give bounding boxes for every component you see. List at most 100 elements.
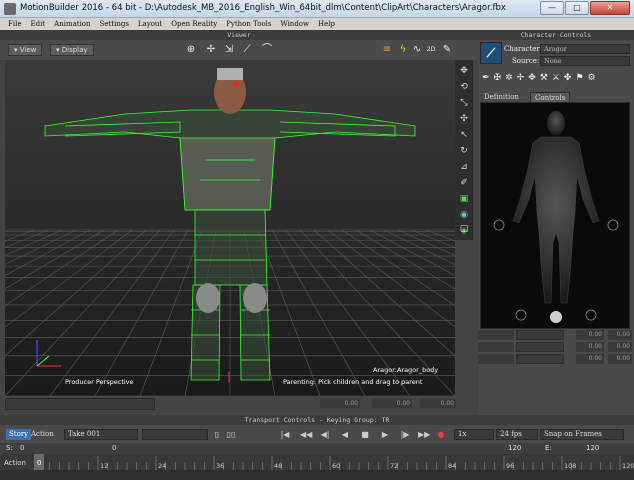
rotate-icon[interactable]: ⟲	[457, 80, 471, 94]
menu-file[interactable]: File	[8, 18, 21, 30]
split-view-icon[interactable]: ▯▯	[226, 429, 236, 440]
options-icon[interactable]: ⚙	[588, 70, 596, 86]
character-tools-bar: ✒ ✠ ✲ ✢ ✥ ⚒ ⚔ ✤ ⚑ ⚙	[480, 70, 632, 86]
fk-icon[interactable]: ⚔	[552, 70, 560, 86]
tab-controls[interactable]: Controls	[530, 92, 571, 102]
pin-icon[interactable]: ✎	[440, 43, 454, 57]
go-start-icon[interactable]: |◀	[280, 429, 290, 440]
select-icon[interactable]: ↖	[457, 128, 471, 142]
view-button[interactable]: ▾ View	[8, 44, 43, 56]
skeleton-icon[interactable]: ✲	[505, 70, 513, 86]
timeline[interactable]	[0, 454, 634, 470]
limb-icon[interactable]: ✥	[528, 70, 536, 86]
row-input[interactable]	[516, 354, 564, 364]
view-button-label: View	[19, 46, 37, 54]
range-start-field[interactable]: 0	[20, 443, 24, 454]
fps-dropdown[interactable]: 24 fps	[496, 429, 538, 440]
scale-alt-icon[interactable]: ⊿	[457, 160, 471, 174]
status-value[interactable]: 0.00	[372, 399, 412, 408]
character-figure-view[interactable]	[480, 102, 630, 329]
scale-icon[interactable]: ⤡	[457, 96, 471, 110]
next-key-icon[interactable]: ▶▶	[418, 429, 430, 440]
range-right-value[interactable]: 120	[508, 443, 521, 454]
reach-icon[interactable]: ⚑	[575, 70, 583, 86]
play-icon[interactable]: ▶	[380, 429, 390, 440]
snap-icon[interactable]: ▣	[457, 192, 471, 206]
row-value[interactable]: 0.00	[576, 342, 604, 352]
maximize-button[interactable]: □	[565, 1, 589, 15]
timeline-tick-label: 72	[390, 462, 399, 470]
right-foot-effector-icon	[585, 309, 597, 321]
snap-dropdown[interactable]: Snap on Frames	[540, 429, 624, 440]
pose-icon[interactable]: ✤	[564, 70, 572, 86]
action-mode-dropdown[interactable]: Action	[28, 429, 57, 440]
cube-icon[interactable]: ▢	[457, 222, 471, 236]
timeline-tick-label: 108	[564, 462, 577, 470]
translate-tool-icon[interactable]: ⊕	[184, 43, 198, 57]
character-dropdown[interactable]: Aragor	[540, 44, 630, 54]
mode-2d-button[interactable]: 2D	[424, 43, 438, 57]
row-value[interactable]: 0.00	[608, 354, 632, 364]
row-value[interactable]: 0.00	[576, 354, 604, 364]
manipulator-icon[interactable]: ✣	[457, 112, 471, 126]
right-knee-pad	[243, 283, 267, 313]
lightning-icon[interactable]: ϟ	[396, 43, 410, 57]
range-end-field[interactable]: 120	[586, 443, 599, 454]
timeline-tick-label: 96	[506, 462, 515, 470]
menu-edit[interactable]: Edit	[30, 18, 45, 30]
row-input[interactable]	[516, 342, 564, 352]
link-tool-icon[interactable]: ⟋	[240, 43, 254, 57]
keyframe-icon[interactable]: ≡	[380, 43, 394, 57]
speed-dropdown[interactable]: 1x	[454, 429, 494, 440]
close-button[interactable]: ✕	[590, 1, 630, 15]
minimize-button[interactable]: —	[540, 1, 564, 15]
control-row: 0.00 0.00	[478, 354, 634, 365]
range-left-value[interactable]: 0	[112, 443, 116, 454]
viewer-toolbar: ▾ View ▾ Display ⊕ ✢ ⇲ ⟋ ⌒ ≡ ϟ ∿ 2D ✎	[0, 40, 478, 60]
range-bar: S: 0 0 120 E: 120	[0, 443, 634, 454]
pin-tool-icon[interactable]: ✒	[482, 70, 490, 86]
single-view-icon[interactable]: ▯	[212, 429, 222, 440]
menu-python-tools[interactable]: Python Tools	[226, 18, 271, 30]
menu-window[interactable]: Window	[281, 18, 310, 30]
record-icon[interactable]: ●	[436, 429, 446, 440]
row-value[interactable]: 0.00	[576, 330, 604, 340]
row-value[interactable]: 0.00	[608, 342, 632, 352]
status-value[interactable]: 0.00	[320, 399, 360, 408]
take-dropdown[interactable]: Take 001	[64, 429, 138, 440]
full-body-icon[interactable]: ✠	[494, 70, 502, 86]
menu-layout[interactable]: Layout	[138, 18, 162, 30]
display-button[interactable]: ▾ Display	[50, 44, 94, 56]
ik-icon[interactable]: ⚒	[540, 70, 548, 86]
select-arrow-icon[interactable]: ⇲	[222, 43, 236, 57]
selection-label: Aragor:Aragor_body	[373, 366, 439, 374]
menu-help[interactable]: Help	[318, 18, 335, 30]
curve-icon[interactable]: ∿	[410, 43, 424, 57]
move-icon[interactable]: ✥	[457, 64, 471, 78]
menu-settings[interactable]: Settings	[100, 18, 129, 30]
paint-icon[interactable]: ✐	[457, 176, 471, 190]
camera-icon[interactable]: ◉	[457, 208, 471, 222]
timeline-tick-label: 120	[622, 462, 634, 470]
source-dropdown[interactable]: None	[540, 56, 630, 66]
status-value[interactable]: 0.00	[420, 399, 456, 408]
character-controls-panel: ⟋ Character: Aragor Source: None ✒ ✠ ✲ ✢…	[478, 40, 634, 415]
prev-key-icon[interactable]: ◀◀	[300, 429, 312, 440]
stop-icon[interactable]: ■	[360, 429, 370, 440]
menu-open-reality[interactable]: Open Reality	[171, 18, 217, 30]
tab-definition[interactable]: Definition	[480, 92, 523, 102]
tool-icon-strip: ✥ ⟲ ⤡ ✣ ↖ ↻ ⊿ ✐ ▣ ◉ ◈	[455, 60, 473, 240]
play-back-icon[interactable]: ◀	[340, 429, 350, 440]
prev-frame-icon[interactable]: ◀|	[320, 429, 330, 440]
stance-icon[interactable]: ✢	[517, 70, 525, 86]
rotate-alt-icon[interactable]: ↻	[457, 144, 471, 158]
menu-animation[interactable]: Animation	[54, 18, 90, 30]
move-tool-icon[interactable]: ✢	[204, 43, 218, 57]
navigator-strip[interactable]	[5, 398, 155, 410]
row-value[interactable]: 0.00	[608, 330, 632, 340]
row-label	[478, 354, 514, 364]
arc-tool-icon[interactable]: ⌒	[260, 43, 274, 57]
next-frame-icon[interactable]: |▶	[400, 429, 410, 440]
row-input[interactable]	[516, 330, 564, 340]
3d-viewport[interactable]: Producer Perspective Parenting: Pick chi…	[5, 60, 455, 396]
